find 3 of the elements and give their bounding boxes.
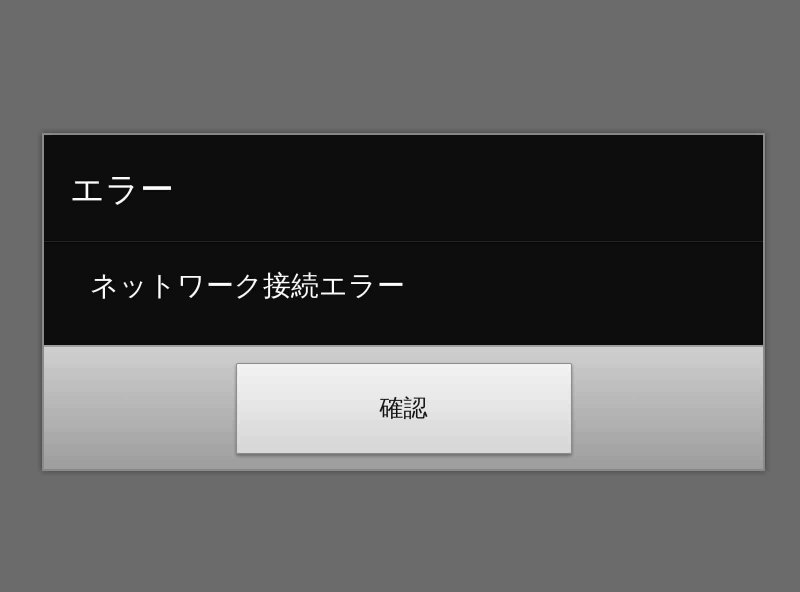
error-message: ネットワーク接続エラー: [89, 268, 406, 300]
dialog-title: エラー: [44, 135, 763, 242]
confirm-button[interactable]: 確認: [236, 362, 572, 454]
